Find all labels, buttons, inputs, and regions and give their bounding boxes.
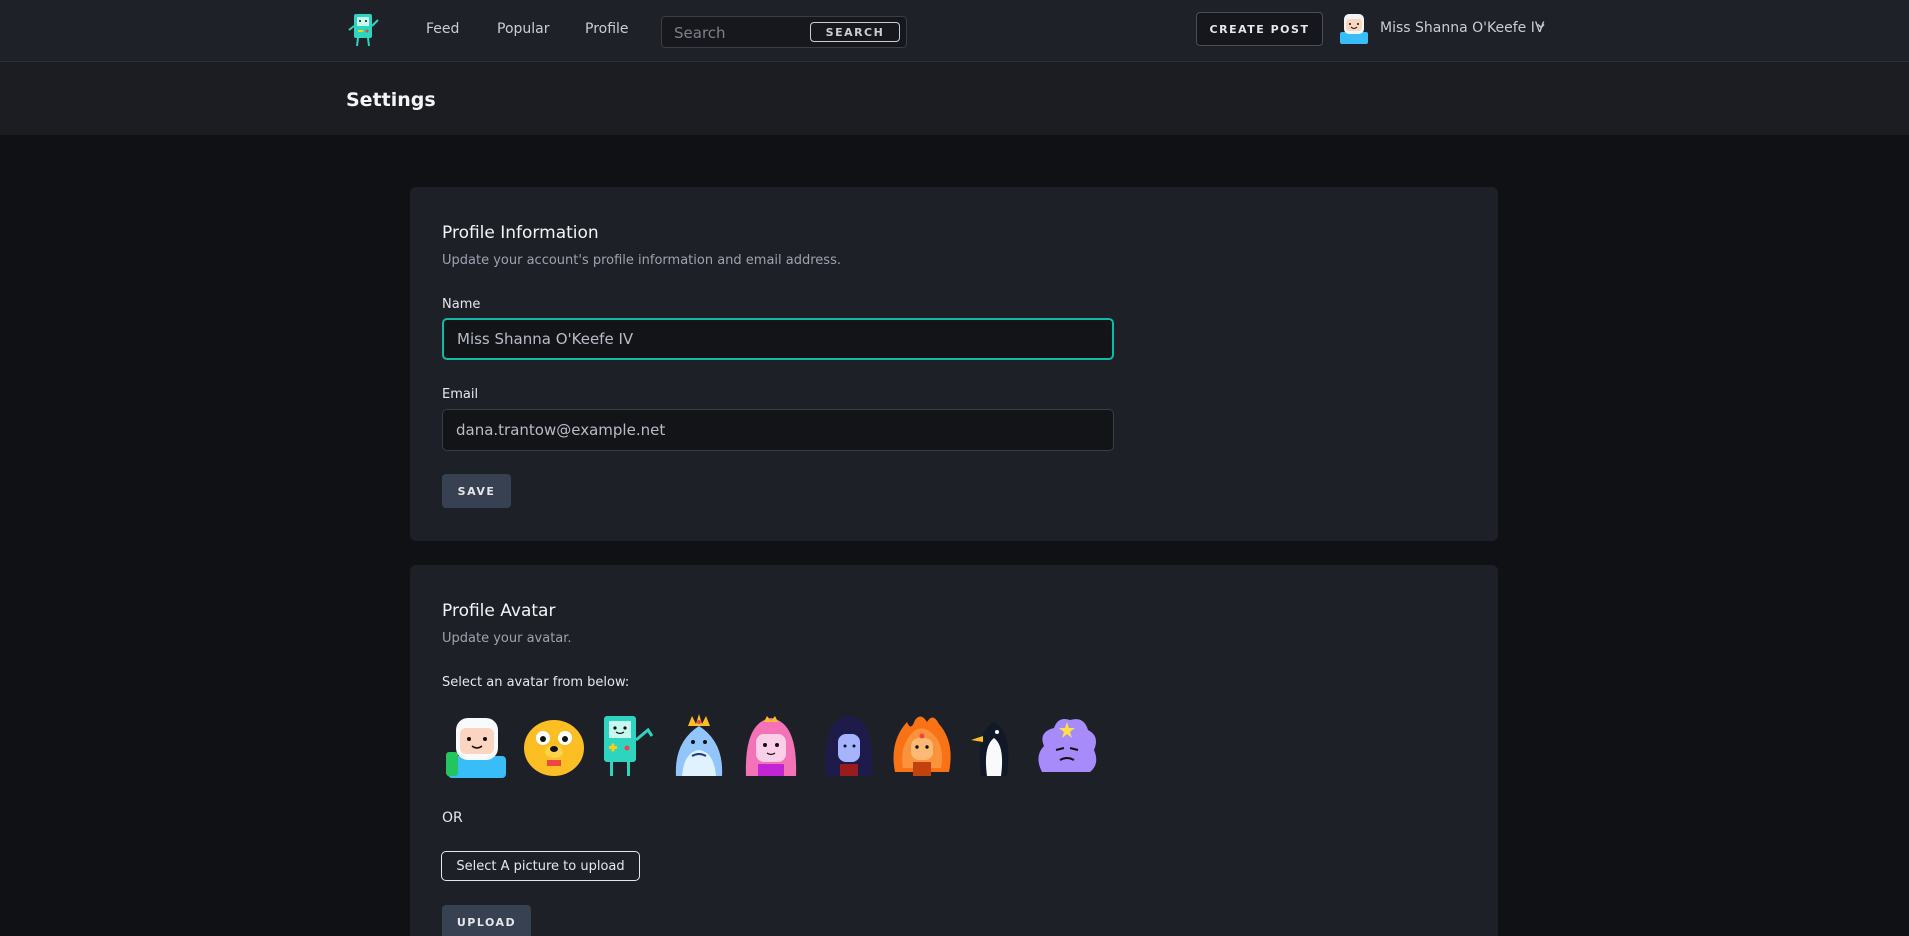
profile-information-card: Profile Information Update your account'… <box>410 187 1498 541</box>
ice-king-avatar[interactable] <box>666 712 732 778</box>
upload-button[interactable]: UPLOAD <box>442 905 531 936</box>
finn-avatar[interactable] <box>444 712 510 778</box>
name-field[interactable] <box>442 318 1114 360</box>
nav-link-feed[interactable]: Feed <box>426 21 459 37</box>
page-header <box>0 62 1909 135</box>
profile-avatar-subtitle: Update your avatar. <box>442 631 572 646</box>
email-field[interactable] <box>442 409 1114 451</box>
gunter-avatar[interactable] <box>961 712 1027 778</box>
bmo-avatar[interactable] <box>592 712 658 778</box>
nav-link-profile[interactable]: Profile <box>585 21 629 37</box>
save-button[interactable]: SAVE <box>442 474 511 508</box>
chevron-down-icon[interactable] <box>1535 20 1547 32</box>
search-input[interactable] <box>674 23 804 43</box>
search-button[interactable]: SEARCH <box>810 22 900 42</box>
create-post-button[interactable]: CREATE POST <box>1196 12 1323 46</box>
jake-avatar[interactable] <box>521 712 587 778</box>
marceline-avatar[interactable] <box>816 712 882 778</box>
or-divider-text: OR <box>442 810 463 826</box>
select-avatar-label: Select an avatar from below: <box>442 675 630 690</box>
bmo-logo-icon[interactable] <box>344 10 384 50</box>
user-menu-name[interactable]: Miss Shanna O'Keefe IV <box>1380 20 1544 36</box>
user-avatar[interactable] <box>1338 12 1370 44</box>
profile-information-subtitle: Update your account's profile informatio… <box>442 253 841 268</box>
email-label: Email <box>442 387 479 402</box>
nav-link-popular[interactable]: Popular <box>497 21 550 37</box>
profile-avatar-title: Profile Avatar <box>442 601 556 621</box>
profile-information-title: Profile Information <box>442 223 599 243</box>
top-navbar: Feed Popular Profile SEARCH CREATE POST … <box>0 0 1909 62</box>
name-label: Name <box>442 297 481 312</box>
princess-bubblegum-avatar[interactable] <box>738 712 804 778</box>
select-picture-button[interactable]: Select A picture to upload <box>441 851 640 881</box>
search-form: SEARCH <box>661 16 907 48</box>
page-title: Settings <box>346 89 436 111</box>
lumpy-space-princess-avatar[interactable] <box>1034 712 1100 778</box>
flame-princess-avatar[interactable] <box>889 712 955 778</box>
